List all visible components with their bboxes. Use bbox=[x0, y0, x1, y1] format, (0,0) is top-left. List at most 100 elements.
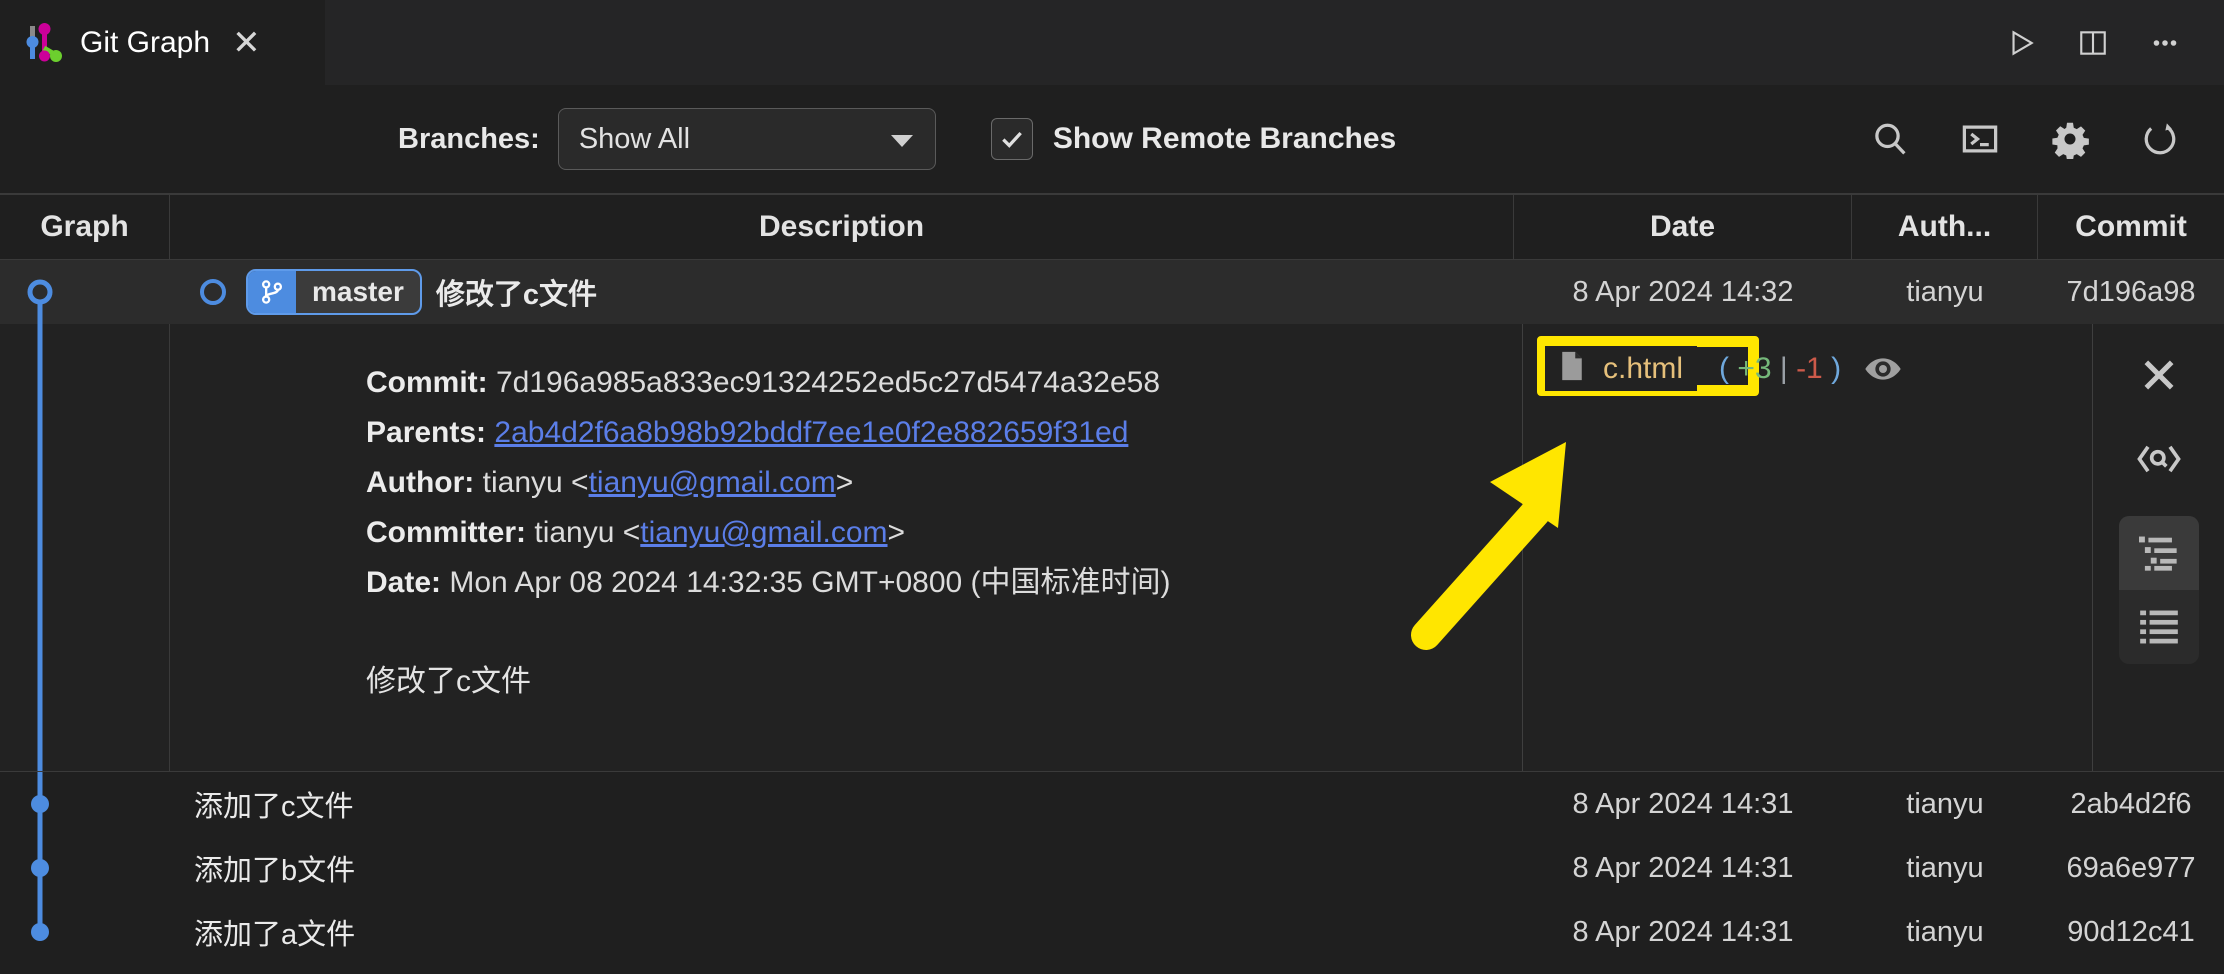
commit-table-header: Graph Description Date Auth... Commit bbox=[0, 193, 2224, 260]
editor-tab-bar: Git Graph ✕ bbox=[0, 0, 2224, 85]
description-cell: master 修改了c文件 bbox=[170, 260, 1514, 324]
graph-line-icon bbox=[37, 324, 43, 771]
detail-author-label: Author: bbox=[366, 466, 475, 499]
graph-cell bbox=[0, 772, 170, 836]
graph-node-icon bbox=[31, 772, 49, 836]
show-remote-branches-label: Show Remote Branches bbox=[1052, 122, 1397, 155]
detail-side-actions bbox=[2092, 324, 2224, 771]
split-editor-icon[interactable] bbox=[2074, 24, 2112, 62]
detail-date-value: Mon Apr 08 2024 14:32:35 GMT+0800 (中国标准时… bbox=[449, 566, 1171, 599]
table-row[interactable]: 添加了a文件 8 Apr 2024 14:31 tianyu 90d12c41 bbox=[0, 900, 2224, 964]
table-row[interactable]: master 修改了c文件 8 Apr 2024 14:32 tianyu 7d… bbox=[0, 260, 2224, 324]
description-cell: 添加了a文件 bbox=[170, 900, 1514, 964]
detail-graph-column bbox=[0, 324, 170, 771]
column-header-graph[interactable]: Graph bbox=[0, 195, 170, 259]
git-graph-view: Git Graph ✕ Branches: Show All Show Remo… bbox=[0, 0, 2224, 974]
author-cell: tianyu bbox=[1906, 787, 1984, 820]
stats-separator: | bbox=[1779, 351, 1788, 385]
file-list-icon[interactable] bbox=[2119, 590, 2199, 664]
refresh-icon[interactable] bbox=[2138, 117, 2182, 161]
detail-parent-hash-link[interactable]: 2ab4d2f6a8b98b92bddf7ee1e0f2e882659f31ed bbox=[494, 416, 1128, 449]
graph-cell bbox=[0, 836, 170, 900]
git-graph-logo-icon bbox=[22, 22, 64, 64]
date-cell: 8 Apr 2024 14:31 bbox=[1572, 787, 1794, 820]
file-icon bbox=[1559, 350, 1585, 387]
commit-message: 添加了c文件 bbox=[194, 791, 354, 823]
detail-author-email-close: > bbox=[835, 466, 854, 499]
detail-committer-name: tianyu bbox=[534, 516, 615, 549]
tab-git-graph[interactable]: Git Graph ✕ bbox=[0, 0, 325, 85]
show-remote-branches-control[interactable]: Show Remote Branches bbox=[990, 118, 1397, 160]
stats-open-paren: ( bbox=[1719, 351, 1730, 385]
commit-cell: 7d196a98 bbox=[2066, 275, 2196, 308]
detail-author-email-open: < bbox=[571, 466, 589, 499]
close-icon[interactable]: ✕ bbox=[232, 26, 261, 60]
commit-cell: 2ab4d2f6 bbox=[2070, 787, 2192, 820]
table-row[interactable]: 添加了b文件 8 Apr 2024 14:31 tianyu 69a6e977 bbox=[0, 836, 2224, 900]
tab-bar-actions bbox=[2002, 24, 2224, 62]
stats-deletions: -1 bbox=[1796, 351, 1823, 385]
git-graph-toolbar: Branches: Show All Show Remote Branches bbox=[0, 85, 2224, 193]
detail-parents-label: Parents: bbox=[366, 416, 487, 449]
chevron-down-icon bbox=[890, 135, 913, 147]
graph-node-icon bbox=[31, 900, 49, 941]
date-cell: 8 Apr 2024 14:32 bbox=[1572, 275, 1794, 308]
commit-detail-panel: Commit: 7d196a985a833ec91324252ed5c27d54… bbox=[0, 324, 2224, 772]
branch-badge-master[interactable]: master bbox=[246, 269, 422, 315]
branches-dropdown-value: Show All bbox=[578, 122, 691, 155]
table-row[interactable]: 添加了c文件 8 Apr 2024 14:31 tianyu 2ab4d2f6 bbox=[0, 772, 2224, 836]
file-chip[interactable]: c.html bbox=[1545, 346, 1698, 391]
detail-commit-label: Commit: bbox=[366, 366, 488, 399]
file-diff-stats: ( +3 | -1 ) bbox=[1719, 352, 1841, 386]
toolbar-actions bbox=[1868, 117, 2224, 161]
tab-title: Git Graph bbox=[80, 25, 211, 59]
detail-commit-hash: 7d196a985a833ec91324252ed5c27d5474a32e58 bbox=[496, 366, 1161, 399]
detail-committer-label: Committer: bbox=[366, 516, 527, 549]
column-header-author[interactable]: Auth... bbox=[1852, 195, 2038, 259]
author-cell: tianyu bbox=[1906, 915, 1984, 948]
column-header-commit[interactable]: Commit bbox=[2038, 195, 2224, 259]
stats-additions: +3 bbox=[1737, 351, 1772, 385]
changed-file-row[interactable]: c.html ( +3 | -1 ) bbox=[1523, 324, 2092, 396]
detail-body: Commit: 7d196a985a833ec91324252ed5c27d54… bbox=[170, 324, 2224, 771]
git-branch-icon bbox=[248, 271, 296, 313]
file-name: c.html bbox=[1603, 351, 1684, 385]
description-cell: 添加了b文件 bbox=[170, 836, 1514, 900]
branch-badge-label: master bbox=[312, 276, 404, 307]
gear-icon[interactable] bbox=[2048, 117, 2092, 161]
detail-author-email-link[interactable]: tianyu@gmail.com bbox=[589, 466, 836, 499]
date-cell: 8 Apr 2024 14:31 bbox=[1572, 915, 1794, 948]
eye-icon[interactable] bbox=[1863, 355, 1903, 383]
commit-message: 添加了b文件 bbox=[194, 855, 356, 887]
author-cell: tianyu bbox=[1906, 275, 1984, 308]
commit-message: 添加了a文件 bbox=[194, 919, 356, 951]
graph-node-head-icon bbox=[27, 279, 53, 324]
column-header-date[interactable]: Date bbox=[1514, 195, 1852, 259]
graph-node-icon bbox=[31, 836, 49, 900]
detail-committer-email-open: < bbox=[622, 516, 641, 549]
date-cell: 8 Apr 2024 14:31 bbox=[1572, 851, 1794, 884]
file-tree-icon[interactable] bbox=[2118, 516, 2199, 590]
search-icon[interactable] bbox=[1868, 117, 1912, 161]
author-cell: tianyu bbox=[1906, 851, 1984, 884]
branches-dropdown[interactable]: Show All bbox=[557, 108, 936, 170]
stats-close-paren: ) bbox=[1831, 351, 1842, 385]
code-review-icon[interactable] bbox=[2119, 422, 2199, 496]
column-header-description[interactable]: Description bbox=[170, 195, 1514, 259]
detail-committer-email-close: > bbox=[887, 516, 906, 549]
terminal-icon[interactable] bbox=[1958, 117, 2002, 161]
changed-files-panel: c.html ( +3 | -1 ) bbox=[1522, 324, 2092, 771]
branches-label: Branches: bbox=[398, 122, 540, 155]
branch-ref-dot-icon bbox=[200, 279, 226, 305]
show-remote-branches-checkbox[interactable] bbox=[990, 118, 1033, 160]
commit-cell: 69a6e977 bbox=[2066, 851, 2196, 884]
detail-author-name: tianyu bbox=[482, 466, 563, 499]
file-view-toggle-group bbox=[2118, 516, 2199, 664]
detail-date-label: Date: bbox=[366, 566, 442, 599]
graph-cell bbox=[0, 900, 170, 964]
more-actions-icon[interactable] bbox=[2146, 24, 2184, 62]
detail-committer-email-link[interactable]: tianyu@gmail.com bbox=[640, 516, 887, 549]
commit-message: 修改了c文件 bbox=[435, 279, 597, 311]
close-icon[interactable] bbox=[2119, 338, 2199, 412]
run-icon[interactable] bbox=[2002, 24, 2040, 62]
